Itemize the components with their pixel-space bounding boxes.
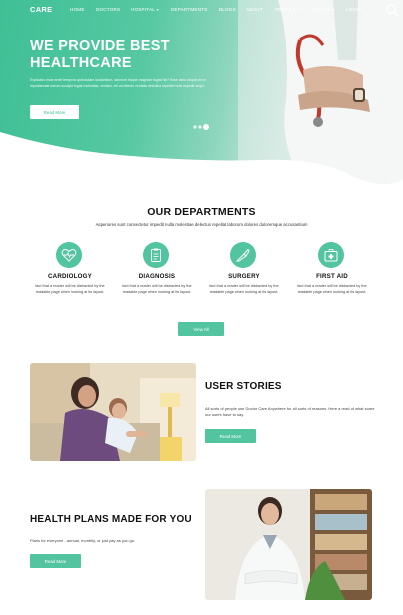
hero-description: Explicabo esse amet tempora quibusdam la… [30,78,206,88]
brand-logo[interactable]: CARE [30,5,52,14]
nav-hospital-label: HOSPITAL [131,7,155,12]
hero-wave-overlay [0,132,403,190]
hero-section: CARE HOME DOCTORS HOSPITAL▼ DEPARTMENTS … [0,0,403,190]
nav-blogs[interactable]: BLOGS [219,7,236,12]
nav-home[interactable]: HOME [70,7,85,12]
user-stories-image [30,363,196,461]
stories-read-more-button[interactable]: Read More [205,429,256,443]
hero-read-more-button[interactable]: Read More [30,105,79,119]
heart-pulse-icon [56,242,82,268]
department-card-cardiology[interactable]: CARDIOLOGY fact that a reader will be di… [30,238,110,308]
carousel-dot[interactable] [193,125,197,129]
card-title: SURGERY [228,273,260,280]
nav-profile-label: PROFILE [275,7,297,12]
hero-title: WE PROVIDE BEST HEALTHCARE [30,38,170,71]
first-aid-kit-icon [318,242,344,268]
health-plans-text: Plans for everyone - annual, monthly, or… [30,538,136,543]
top-navbar: CARE HOME DOCTORS HOSPITAL▼ DEPARTMENTS … [0,0,403,20]
view-all-button[interactable]: View All [178,322,224,336]
user-stories-title: USER STORIES [205,381,282,392]
health-plans-doctor-image [205,489,372,600]
nav-hospital[interactable]: HOSPITAL▼ [131,7,160,12]
card-text: fact that a reader will be distracted by… [209,284,279,295]
card-title: FIRST AID [316,273,348,280]
chevron-down-icon: ▼ [297,8,301,12]
nav-doctors[interactable]: DOCTORS [96,7,120,12]
card-title: CARDIOLOGY [48,273,92,280]
nav-about[interactable]: ABOUT [246,7,263,12]
plans-read-more-button[interactable]: Read More [30,554,81,568]
nav-departments[interactable]: DEPARTMENTS [171,7,208,12]
nav-profile[interactable]: PROFILE▼ [275,7,301,12]
carousel-indicators [193,124,209,130]
scalpel-icon [230,242,256,268]
card-text: fact that a reader will be distracted by… [35,284,105,295]
search-icon[interactable] [384,2,400,18]
department-card-first-aid[interactable]: FIRST AID fact that a reader will be dis… [292,238,372,308]
card-title: DIAGNOSIS [138,273,176,280]
card-text: fact that a reader will be distracted by… [122,284,192,295]
nav-signup-label: SIGNUP [312,7,331,12]
carousel-dot-active[interactable] [203,124,209,130]
health-plans-title: HEALTH PLANS MADE FOR YOU [30,514,192,525]
departments-title: OUR DEPARTMENTS [147,206,256,218]
department-card-diagnosis[interactable]: DIAGNOSIS fact that a reader will be dis… [117,238,197,308]
chevron-down-icon: ▼ [331,8,336,12]
nav-login[interactable]: LOGIN [346,7,361,12]
carousel-dot[interactable] [198,125,202,129]
chevron-down-icon: ▼ [155,8,160,12]
department-card-surgery[interactable]: SURGERY fact that a reader will be distr… [204,238,284,308]
nav-signup[interactable]: SIGNUP▼ [312,7,335,12]
departments-subtitle: Asperiores sunt consectetur impedit null… [95,222,308,227]
card-text: fact that a reader will be distracted by… [297,284,367,295]
clipboard-icon [143,242,169,268]
user-stories-text: All sorts of people use Doctor Care Anyw… [205,406,375,418]
